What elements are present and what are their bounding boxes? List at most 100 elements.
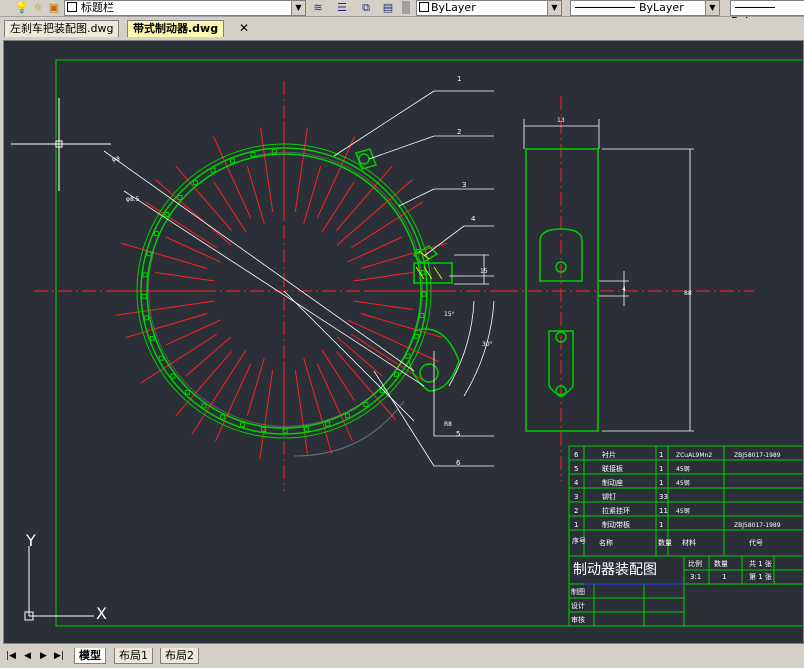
chevron-down-icon[interactable]: ▼ [705, 1, 719, 15]
dim-15: 15 [480, 268, 488, 275]
radial-mark [155, 272, 215, 282]
radial-mark [294, 370, 308, 455]
rivet [363, 402, 369, 408]
radial-marks [115, 121, 454, 460]
ucs-y-label: Y [25, 531, 36, 550]
side-view [525, 148, 599, 432]
rivet [158, 355, 164, 361]
parts-cell: 铆钉 [602, 492, 616, 501]
scale-label: 比例 [688, 559, 702, 568]
dim-13: 13 [557, 117, 565, 124]
radial-mark [294, 127, 308, 212]
tab-model[interactable]: 模型 [74, 648, 106, 664]
last-tab-button[interactable]: ▶| [54, 650, 64, 662]
parts-cell: 45钢 [676, 479, 690, 487]
parts-cell: 6 [574, 451, 579, 459]
linetype-preview [575, 7, 635, 8]
radial-mark [115, 300, 215, 316]
hdr-code: 代号 [749, 538, 763, 547]
close-icon[interactable]: ✕ [239, 21, 249, 35]
parts-cell: 衬片 [602, 450, 616, 459]
radial-mark [321, 349, 355, 401]
linetype-dropdown[interactable]: ByLayer ▼ [570, 0, 720, 16]
dim-4: 4 [622, 286, 626, 293]
radial-mark [336, 336, 383, 377]
lineweight-dropdown[interactable]: ByLay [730, 0, 804, 28]
hdr-name: 名称 [599, 538, 613, 547]
rivet [325, 421, 331, 427]
tab-layout2[interactable]: 布局2 [160, 648, 199, 664]
layer-name: 标题栏 [81, 1, 114, 14]
parts-cell: ZCuAL9Mn2 [676, 452, 712, 459]
ucs-x-label: X [96, 604, 107, 623]
radial-mark [353, 300, 413, 310]
rivet [210, 167, 216, 173]
radial-mark [215, 363, 252, 442]
chevron-down-icon[interactable]: ▼ [547, 1, 561, 15]
layer-dropdown[interactable]: 标题栏 ▼ [64, 0, 306, 16]
radial-mark [316, 136, 356, 219]
drawing-title: 制动器装配图 [573, 562, 657, 578]
rivet [146, 251, 152, 257]
rivet [304, 426, 310, 432]
parts-cell: 33 [659, 493, 668, 501]
ucs-icon [24, 546, 94, 621]
layer-previous-icon[interactable]: ⧉ [358, 0, 374, 15]
dim-phi8: φ8 [112, 156, 120, 163]
toolbar-grip[interactable] [402, 1, 410, 14]
dimension-labels: 13 88 4 15 φ8 φ8.5 R8 15° 30° [112, 117, 692, 428]
rivet [405, 353, 411, 359]
rivet [220, 414, 226, 420]
dim-88: 88 [684, 290, 692, 297]
leaders [103, 90, 694, 467]
tab-band-brake[interactable]: 带式制动器.dwg [127, 20, 225, 37]
radial-mark [125, 313, 208, 338]
drawing-canvas[interactable]: 1 2 3 4 5 6 13 88 4 15 φ8 φ8.5 R8 15° 30… [3, 40, 804, 644]
layer-states-icon[interactable]: ▤ [380, 0, 396, 15]
tab-layout1[interactable]: 布局1 [114, 648, 153, 664]
scale-value: 3:1 [690, 573, 701, 581]
prev-tab-button[interactable]: ◀ [24, 650, 31, 662]
linetype-value: ByLayer [639, 1, 684, 14]
dim-r8: R8 [444, 421, 452, 428]
parts-cell: 5 [574, 465, 578, 473]
layer-manager-icon[interactable]: ☰ [334, 0, 350, 15]
parts-cell: 45钢 [676, 507, 690, 515]
layout-tab-bar: |◀ ◀ ▶ ▶| 模型 布局1 布局2 [0, 646, 804, 668]
parts-cell: 1 [659, 451, 663, 459]
hdr-material: 材料 [682, 538, 696, 547]
rivet [144, 315, 150, 321]
color-dropdown[interactable]: ByLayer ▼ [416, 0, 562, 16]
rivet [153, 230, 159, 236]
rivet [229, 158, 235, 164]
radial-mark [336, 179, 413, 246]
drawn-label: 制图 [571, 587, 585, 596]
radial-mark [185, 336, 232, 377]
rivet [240, 422, 246, 428]
first-tab-button[interactable]: |◀ [6, 650, 16, 662]
review-label: 审核 [571, 615, 585, 624]
balloon-6: 6 [456, 459, 461, 467]
rivet [192, 180, 198, 186]
parts-cell: 拉紧挂环 [602, 506, 630, 515]
radial-mark [321, 181, 355, 233]
parts-cell: ZBJ58017-1989 [734, 452, 781, 459]
qty-value: 1 [722, 573, 726, 581]
lock-icon[interactable]: ▣ [46, 0, 62, 15]
parts-cell: 1 [659, 465, 663, 473]
drum-hidden [148, 151, 423, 427]
radial-mark [353, 272, 413, 282]
lightbulb-icon[interactable]: 💡 [14, 0, 30, 15]
next-tab-button[interactable]: ▶ [40, 650, 47, 662]
balloon-2: 2 [457, 128, 461, 136]
tab-left-brake[interactable]: 左刹车把装配图.dwg [4, 20, 120, 37]
make-current-layer-icon[interactable]: ≋ [310, 0, 326, 15]
layer-color-swatch [67, 2, 77, 12]
parts-cell: 1 [659, 521, 663, 529]
chevron-down-icon[interactable]: ▼ [291, 1, 305, 15]
rivet [142, 272, 148, 278]
sun-icon[interactable]: ☼ [30, 0, 46, 15]
dim-phi85: φ8.5 [126, 196, 140, 203]
properties-toolbar: 💡 ☼ ▣ 标题栏 ▼ ≋ ☰ ⧉ ▤ ByLayer ▼ ByLayer ▼ … [0, 0, 804, 28]
sheet-number: 第 1 张 [749, 572, 772, 581]
